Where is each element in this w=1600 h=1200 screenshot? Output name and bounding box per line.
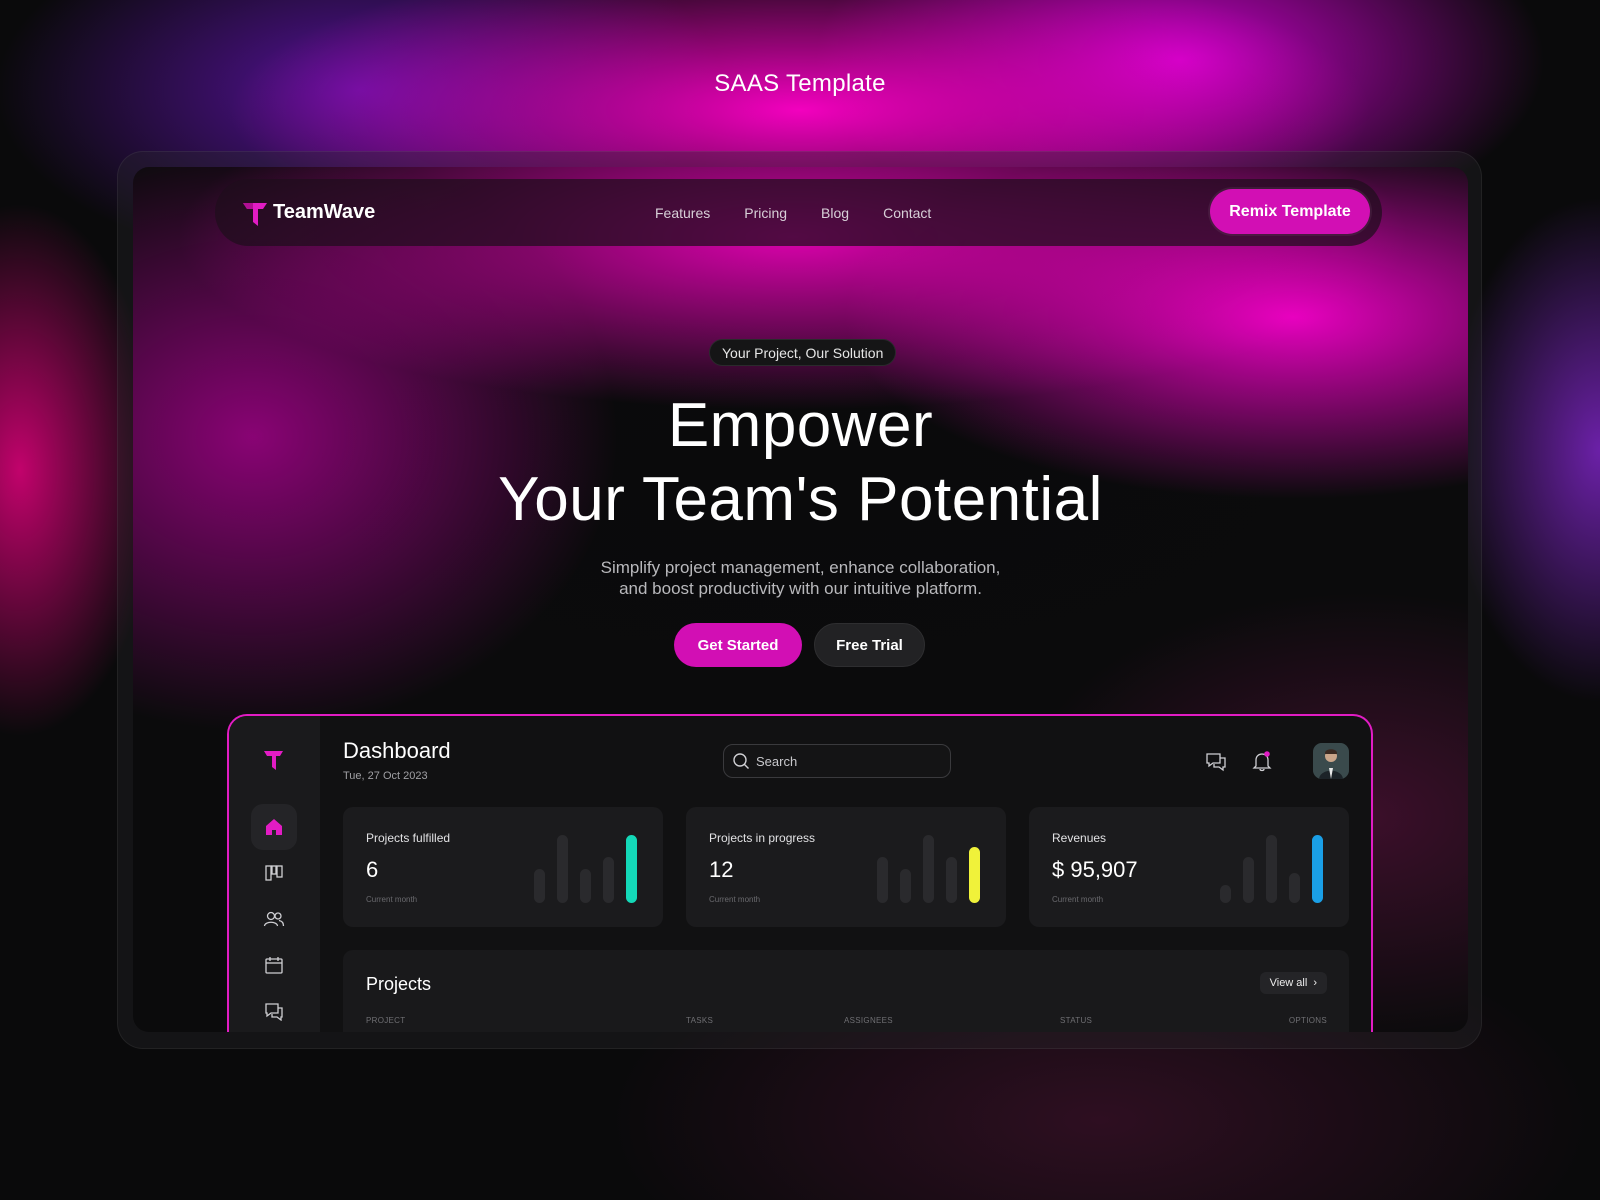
stat-card-projects-fulfilled: Projects fulfilled 6 Current month bbox=[343, 807, 663, 927]
card-label: Projects in progress bbox=[709, 831, 816, 845]
mini-bar-highlight bbox=[969, 847, 980, 903]
home-icon bbox=[266, 819, 282, 835]
chevron-right-icon: › bbox=[1313, 977, 1317, 989]
card-subtitle: Current month bbox=[366, 895, 418, 904]
nav-links: Features Pricing Blog Contact bbox=[655, 205, 931, 221]
teamwave-logo-icon bbox=[243, 202, 267, 226]
card-value: 12 bbox=[709, 857, 734, 882]
mini-bar bbox=[900, 869, 911, 903]
search-input[interactable] bbox=[756, 753, 936, 769]
dashboard-sidebar bbox=[229, 716, 320, 1032]
hero-title-line2: Your Team's Potential bbox=[498, 465, 1103, 534]
mini-bar bbox=[1266, 835, 1277, 903]
card-subtitle: Current month bbox=[1052, 895, 1104, 904]
column-header-status: STATUS bbox=[1060, 1016, 1093, 1025]
search-icon bbox=[733, 753, 749, 769]
top-navbar: TeamWave Features Pricing Blog Contact R… bbox=[215, 179, 1382, 246]
hero-tagline-pill: Your Project, Our Solution bbox=[709, 339, 897, 366]
page-title: SAAS Template bbox=[714, 70, 886, 97]
board-icon bbox=[265, 865, 283, 881]
sidebar-item-boards[interactable] bbox=[251, 850, 297, 896]
view-all-label: View all bbox=[1269, 977, 1308, 989]
get-started-button[interactable]: Get Started bbox=[674, 623, 802, 667]
hero-subtitle: Simplify project management, enhance col… bbox=[133, 557, 1468, 599]
card-label: Revenues bbox=[1052, 831, 1107, 845]
hero-subtitle-line2: and boost productivity with our intuitiv… bbox=[619, 579, 982, 598]
hero-title: Empower Your Team's Potential bbox=[133, 389, 1468, 537]
mini-bar-highlight bbox=[626, 835, 637, 903]
projects-panel: Projects View all › PROJECT TASKS ASSIGN… bbox=[343, 950, 1349, 1032]
chat-icon bbox=[265, 1003, 283, 1021]
stat-card-revenues: Revenues $ 95,907 Current month bbox=[1029, 807, 1349, 927]
team-icon bbox=[263, 911, 285, 927]
sidebar-item-calendar[interactable] bbox=[251, 942, 297, 988]
projects-title: Projects bbox=[366, 974, 432, 994]
landing-page: TeamWave Features Pricing Blog Contact R… bbox=[133, 167, 1468, 1032]
stat-card-projects-in-progress: Projects in progress 12 Current month bbox=[686, 807, 1006, 927]
card-subtitle: Current month bbox=[709, 895, 761, 904]
mini-bar-highlight bbox=[1312, 835, 1323, 903]
brand[interactable]: TeamWave bbox=[241, 198, 375, 228]
mini-bar bbox=[603, 857, 614, 903]
column-header-assignees: ASSIGNEES bbox=[844, 1016, 893, 1025]
brand-name: TeamWave bbox=[273, 201, 376, 223]
nav-link-blog[interactable]: Blog bbox=[821, 205, 849, 221]
card-label: Projects fulfilled bbox=[366, 831, 451, 845]
mini-bar bbox=[946, 857, 957, 903]
notification-bell-icon[interactable] bbox=[1251, 750, 1273, 772]
mini-bar bbox=[580, 869, 591, 903]
column-header-options: OPTIONS bbox=[1288, 1016, 1327, 1025]
mini-bar bbox=[534, 869, 545, 903]
dashboard-preview: Dashboard Tue, 27 Oct 2023 Proje bbox=[227, 714, 1373, 1032]
dashboard-date: Tue, 27 Oct 2023 bbox=[343, 770, 428, 782]
sidebar-item-home[interactable] bbox=[251, 804, 297, 850]
nav-link-pricing[interactable]: Pricing bbox=[744, 205, 787, 221]
view-all-button[interactable]: View all › bbox=[1259, 972, 1327, 994]
user-avatar[interactable] bbox=[1313, 743, 1349, 779]
mini-bar bbox=[1220, 885, 1231, 903]
mini-bar bbox=[1243, 857, 1254, 903]
column-header-tasks: TASKS bbox=[686, 1016, 714, 1025]
mini-bar bbox=[1289, 873, 1300, 903]
card-value: 6 bbox=[366, 857, 379, 882]
hero-title-line1: Empower bbox=[667, 391, 934, 460]
sidebar-item-team[interactable] bbox=[251, 896, 297, 942]
messages-icon[interactable] bbox=[1205, 750, 1227, 772]
avatar-photo-icon bbox=[1313, 743, 1349, 779]
calendar-icon bbox=[265, 957, 283, 974]
column-header-project: PROJECT bbox=[366, 1016, 406, 1025]
sidebar-item-messages[interactable] bbox=[251, 988, 297, 1032]
nav-link-features[interactable]: Features bbox=[655, 205, 710, 221]
search-box[interactable] bbox=[723, 744, 951, 778]
free-trial-button[interactable]: Free Trial bbox=[814, 623, 925, 667]
nav-link-contact[interactable]: Contact bbox=[883, 205, 931, 221]
hero-subtitle-line1: Simplify project management, enhance col… bbox=[600, 558, 1001, 577]
remix-template-button[interactable]: Remix Template bbox=[1210, 189, 1370, 234]
sidebar-logo-icon bbox=[264, 751, 283, 770]
mini-bar bbox=[923, 835, 934, 903]
mini-bar bbox=[877, 857, 888, 903]
card-value: $ 95,907 bbox=[1052, 857, 1138, 882]
mini-bar bbox=[557, 835, 568, 903]
dashboard-title: Dashboard bbox=[343, 738, 451, 763]
